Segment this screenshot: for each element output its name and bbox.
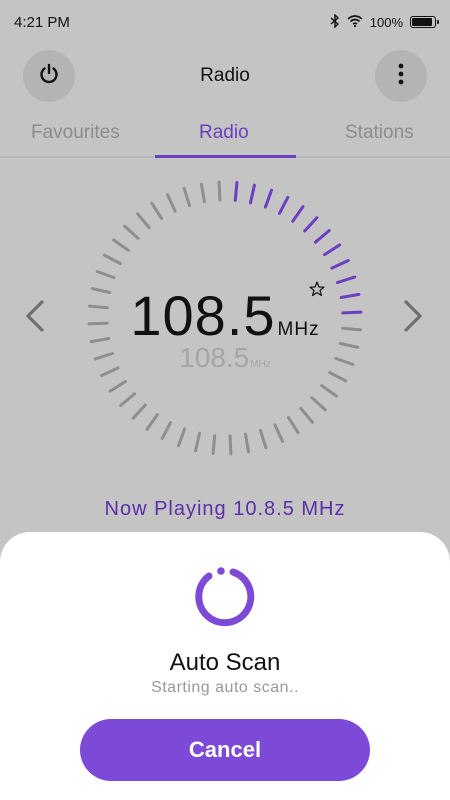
dial-tick bbox=[182, 186, 191, 207]
dial-tick-active bbox=[233, 181, 239, 202]
dial-tick bbox=[320, 384, 338, 398]
dial-tick bbox=[217, 180, 222, 202]
dial-tick bbox=[310, 396, 327, 412]
dial-tick bbox=[131, 403, 147, 420]
dial-tick-active bbox=[249, 183, 256, 205]
current-frequency: 108.5 MHz bbox=[0, 283, 450, 348]
dial-tick bbox=[123, 224, 140, 240]
star-outline-icon[interactable] bbox=[309, 281, 325, 302]
dial-tick bbox=[177, 427, 187, 448]
sheet-subtitle: Starting auto scan.. bbox=[151, 679, 299, 696]
dial-tick bbox=[102, 253, 122, 265]
app-bar: Radio bbox=[0, 50, 450, 102]
dial-tick-active bbox=[336, 275, 357, 284]
dial-tick bbox=[194, 431, 201, 453]
frequency-value: 108.5 bbox=[130, 284, 276, 347]
battery-fill bbox=[412, 18, 432, 26]
dial-tick bbox=[199, 182, 206, 204]
dial-tick-active bbox=[303, 216, 319, 233]
dial-tick bbox=[228, 434, 233, 456]
dial-tick-active bbox=[291, 205, 305, 223]
tab-favourites[interactable]: Favourites bbox=[31, 122, 120, 144]
dial-tick-active bbox=[263, 188, 273, 209]
dial-tick bbox=[160, 421, 172, 441]
dial-tick bbox=[119, 392, 137, 407]
frequency-unit: MHz bbox=[277, 319, 320, 340]
tab-stations[interactable]: Stations bbox=[345, 122, 414, 144]
dial-tick bbox=[166, 193, 177, 213]
dial-tick bbox=[286, 416, 300, 435]
more-options-button[interactable] bbox=[375, 50, 427, 102]
dial-tick bbox=[244, 432, 251, 454]
dial-tick bbox=[112, 238, 130, 252]
status-bar: 4:21 PM 100% bbox=[0, 0, 450, 44]
wifi-icon bbox=[347, 14, 363, 30]
status-icons: 100% bbox=[330, 12, 439, 31]
dial-tick bbox=[273, 423, 284, 443]
dial-tick bbox=[108, 379, 127, 393]
now-playing-text: Now Playing 10.8.5 MHz bbox=[104, 498, 346, 520]
secondary-frequency-unit: MHz bbox=[250, 359, 271, 370]
cancel-button[interactable]: Cancel bbox=[80, 719, 370, 781]
sheet-title: Auto Scan bbox=[169, 649, 281, 676]
more-vertical-icon bbox=[397, 62, 405, 91]
bluetooth-icon bbox=[330, 12, 340, 31]
dial-tick-active bbox=[278, 195, 290, 215]
dial-tick bbox=[259, 429, 268, 450]
dial-tick bbox=[150, 201, 164, 220]
auto-scan-sheet: Auto Scan Starting auto scan.. Cancel bbox=[0, 532, 450, 800]
loading-spinner-icon bbox=[191, 562, 259, 630]
active-tab-indicator bbox=[155, 155, 296, 158]
battery-icon bbox=[410, 16, 439, 28]
dial-tick bbox=[211, 434, 217, 455]
dial-tick-active bbox=[330, 259, 350, 270]
battery-percent: 100% bbox=[369, 14, 403, 30]
status-time: 4:21 PM bbox=[14, 13, 70, 31]
tab-radio[interactable]: Radio bbox=[199, 122, 249, 144]
dial-tick-active bbox=[313, 229, 331, 244]
secondary-frequency-value: 108.5 bbox=[179, 342, 250, 373]
dial-tick bbox=[145, 413, 159, 431]
secondary-frequency: 108.5MHz bbox=[0, 342, 450, 374]
dial-tick-active bbox=[323, 243, 342, 257]
tab-bar: Favourites Radio Stations bbox=[0, 112, 450, 158]
dial-tick bbox=[299, 406, 314, 424]
dial-tick bbox=[95, 270, 116, 280]
dial-tick bbox=[136, 212, 151, 230]
